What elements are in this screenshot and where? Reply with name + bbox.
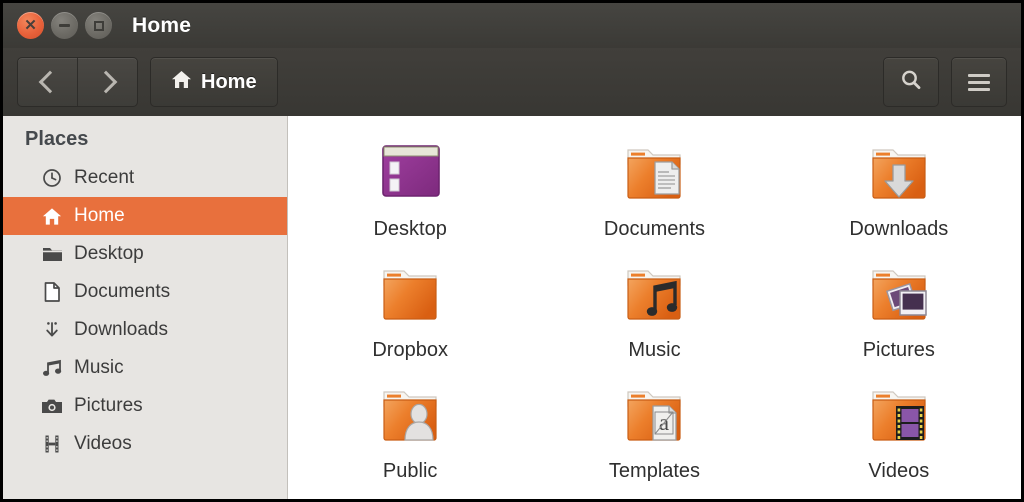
sidebar-item-pictures[interactable]: Pictures bbox=[3, 387, 287, 425]
navigation-buttons bbox=[17, 57, 138, 107]
sidebar-item-label: Recent bbox=[74, 167, 135, 188]
file-item-desktop[interactable]: Desktop bbox=[288, 134, 532, 241]
sidebar-item-label: Music bbox=[74, 357, 124, 378]
window-body: Places Recent Home Desktop Documents Dow… bbox=[3, 116, 1021, 499]
file-item-public[interactable]: Public bbox=[288, 376, 532, 483]
file-item-downloads[interactable]: Downloads bbox=[777, 134, 1021, 241]
forward-button[interactable] bbox=[77, 58, 137, 106]
folder-templates-icon: a bbox=[611, 376, 697, 458]
file-manager-window: ✕ Home Home Places Recent Home Desktop D… bbox=[0, 0, 1024, 502]
hamburger-menu-icon bbox=[968, 73, 990, 91]
file-item-label: Desktop bbox=[373, 218, 447, 240]
file-item-documents[interactable]: Documents bbox=[532, 134, 776, 241]
home-icon bbox=[41, 205, 63, 227]
sidebar-item-label: Documents bbox=[74, 281, 171, 302]
home-icon bbox=[171, 70, 192, 95]
file-item-label: Documents bbox=[603, 218, 706, 240]
minimize-icon bbox=[59, 24, 70, 27]
window-title: Home bbox=[132, 13, 192, 37]
icon-grid: Desktop Documents Downloads Dropbox Musi… bbox=[288, 134, 1021, 483]
file-item-templates[interactable]: a Templates bbox=[532, 376, 776, 483]
maximize-icon bbox=[93, 20, 104, 31]
file-item-label: Dropbox bbox=[372, 339, 448, 361]
sidebar-item-label: Pictures bbox=[74, 395, 143, 416]
file-item-label: Pictures bbox=[862, 339, 935, 361]
toolbar: Home bbox=[3, 48, 1021, 116]
sidebar-item-label: Videos bbox=[74, 433, 132, 454]
file-item-dropbox[interactable]: Dropbox bbox=[288, 255, 532, 362]
file-item-pictures[interactable]: Pictures bbox=[777, 255, 1021, 362]
sidebar-item-recent[interactable]: Recent bbox=[3, 159, 287, 197]
sidebar: Places Recent Home Desktop Documents Dow… bbox=[3, 116, 288, 499]
sidebar-item-label: Home bbox=[74, 205, 125, 226]
search-icon bbox=[899, 68, 923, 97]
chevron-right-icon bbox=[94, 70, 117, 94]
chevron-left-icon bbox=[38, 70, 61, 94]
film-strip-icon bbox=[41, 433, 63, 455]
title-bar: ✕ Home bbox=[3, 3, 1021, 48]
sidebar-item-videos[interactable]: Videos bbox=[3, 425, 287, 463]
sidebar-item-downloads[interactable]: Downloads bbox=[3, 311, 287, 349]
folder-downloads-icon bbox=[856, 134, 942, 216]
document-icon bbox=[41, 281, 63, 303]
download-arrow-icon bbox=[41, 319, 63, 341]
folder-documents-icon bbox=[611, 134, 697, 216]
camera-icon bbox=[41, 395, 63, 417]
folder-music-icon bbox=[611, 255, 697, 337]
music-note-icon bbox=[41, 357, 63, 379]
close-button[interactable]: ✕ bbox=[17, 12, 44, 39]
back-button[interactable] bbox=[18, 58, 77, 106]
sidebar-item-documents[interactable]: Documents bbox=[3, 273, 287, 311]
file-item-videos[interactable]: Videos bbox=[777, 376, 1021, 483]
minimize-button[interactable] bbox=[51, 12, 78, 39]
sidebar-item-desktop[interactable]: Desktop bbox=[3, 235, 287, 273]
sidebar-heading: Places bbox=[25, 128, 89, 150]
folder-pictures-icon bbox=[856, 255, 942, 337]
path-bar-home-button[interactable]: Home bbox=[150, 57, 278, 107]
close-icon: ✕ bbox=[24, 17, 37, 34]
window-controls: ✕ bbox=[17, 12, 112, 39]
file-item-label: Public bbox=[382, 460, 438, 482]
file-item-music[interactable]: Music bbox=[532, 255, 776, 362]
file-grid-view[interactable]: Desktop Documents Downloads Dropbox Musi… bbox=[288, 116, 1021, 499]
sidebar-item-label: Downloads bbox=[74, 319, 168, 340]
sidebar-item-music[interactable]: Music bbox=[3, 349, 287, 387]
file-item-label: Templates bbox=[608, 460, 701, 482]
path-bar-label: Home bbox=[201, 70, 257, 93]
folder-public-icon bbox=[367, 376, 453, 458]
menu-button[interactable] bbox=[951, 57, 1007, 107]
file-item-label: Videos bbox=[868, 460, 930, 482]
search-button[interactable] bbox=[883, 57, 939, 107]
maximize-button[interactable] bbox=[85, 12, 112, 39]
desktop-window-icon bbox=[367, 134, 453, 216]
file-item-label: Downloads bbox=[849, 218, 949, 240]
folder-icon bbox=[41, 243, 63, 265]
clock-icon bbox=[41, 167, 63, 189]
sidebar-item-label: Desktop bbox=[74, 243, 144, 264]
folder-videos-icon bbox=[856, 376, 942, 458]
file-item-label: Music bbox=[628, 339, 681, 361]
folder-plain-icon bbox=[367, 255, 453, 337]
sidebar-item-home[interactable]: Home bbox=[3, 197, 287, 235]
